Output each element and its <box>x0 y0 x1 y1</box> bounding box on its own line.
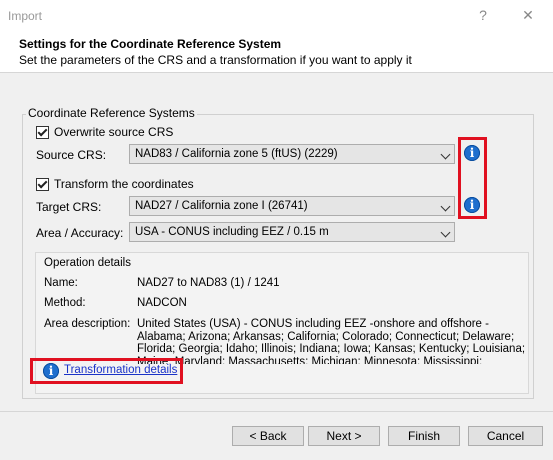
operation-details-heading: Operation details <box>44 257 131 269</box>
operation-area-label: Area description: <box>44 318 131 330</box>
overwrite-source-checkbox[interactable] <box>36 126 49 139</box>
target-crs-value: NAD27 / California zone I (26741) <box>135 200 308 212</box>
finish-button[interactable]: Finish <box>388 426 460 446</box>
operation-name-label: Name: <box>44 277 78 289</box>
footer-separator <box>0 411 553 412</box>
transformation-details-link[interactable]: Transformation details <box>64 364 177 376</box>
next-button[interactable]: Next > <box>308 426 380 446</box>
chevron-down-icon <box>440 149 451 160</box>
source-crs-value: NAD83 / California zone 5 (ftUS) (2229) <box>135 148 338 160</box>
transform-coordinates-checkbox[interactable] <box>36 178 49 191</box>
chevron-down-icon <box>440 201 451 212</box>
source-crs-label: Source CRS: <box>36 148 107 162</box>
page-subtitle: Set the parameters of the CRS and a tran… <box>19 53 412 67</box>
target-crs-label: Target CRS: <box>36 200 102 214</box>
operation-area-value: United States (USA) - CONUS including EE… <box>137 318 526 364</box>
transformation-info-icon: i <box>43 363 59 379</box>
area-accuracy-label: Area / Accuracy: <box>36 226 124 240</box>
operation-method-value: NADCON <box>137 297 187 309</box>
transform-coordinates-label: Transform the coordinates <box>54 177 194 191</box>
window-title: Import <box>8 9 43 23</box>
close-button[interactable]: ✕ <box>513 5 543 25</box>
area-accuracy-select[interactable]: USA - CONUS including EEZ / 0.15 m <box>129 222 455 242</box>
back-button[interactable]: < Back <box>232 426 304 446</box>
overwrite-source-label: Overwrite source CRS <box>54 125 174 139</box>
target-crs-info-icon[interactable]: i <box>464 197 480 213</box>
operation-method-label: Method: <box>44 297 86 309</box>
area-accuracy-value: USA - CONUS including EEZ / 0.15 m <box>135 226 329 238</box>
cancel-button[interactable]: Cancel <box>468 426 543 446</box>
page-title: Settings for the Coordinate Reference Sy… <box>19 37 282 51</box>
chevron-down-icon <box>440 227 451 238</box>
help-button[interactable]: ? <box>468 5 498 25</box>
operation-name-value: NAD27 to NAD83 (1) / 1241 <box>137 277 280 289</box>
source-crs-select[interactable]: NAD83 / California zone 5 (ftUS) (2229) <box>129 144 455 164</box>
source-crs-info-icon[interactable]: i <box>464 145 480 161</box>
crs-group-legend: Coordinate Reference Systems <box>26 106 197 120</box>
target-crs-select[interactable]: NAD27 / California zone I (26741) <box>129 196 455 216</box>
